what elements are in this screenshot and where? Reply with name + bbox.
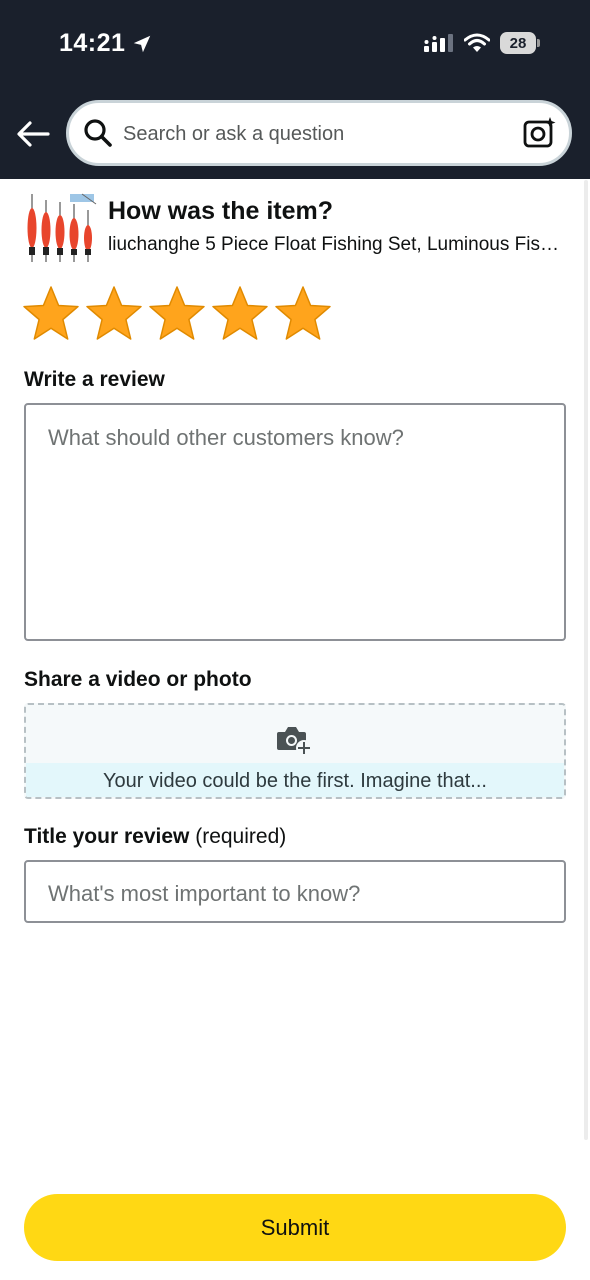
clock: 14:21 [59,29,126,57]
status-icons: 28 [424,32,540,54]
product-name: liuchanghe 5 Piece Float Fishing Set, Lu… [108,234,568,255]
camera-search-icon[interactable] [523,116,557,150]
review-heading: How was the item? [108,197,334,225]
back-button[interactable] [14,115,52,153]
app-header: 14:21 28 Search or ask a question [0,0,590,179]
status-time: 14:21 [59,29,153,58]
cellular-signal-icon [424,34,453,52]
location-arrow-icon [134,35,151,52]
media-label: Share a video or photo [24,668,252,691]
submit-button[interactable]: Submit [24,1194,566,1261]
star-3-icon[interactable] [148,285,206,343]
search-bar[interactable]: Search or ask a question [66,100,572,166]
title-label: Title your review (required) [24,825,286,849]
search-icon [84,119,112,147]
back-arrow-icon [17,121,50,147]
title-required: (required) [195,825,287,848]
review-textarea[interactable]: What should other customers know? [24,403,566,641]
battery-level: 28 [500,32,536,54]
star-1-icon[interactable] [22,285,80,343]
product-thumbnail [27,193,97,262]
battery-icon: 28 [500,32,540,54]
add-photo-icon [277,727,312,756]
review-textarea-placeholder: What should other customers know? [48,425,404,450]
review-title-input[interactable]: What's most important to know? [24,860,566,923]
write-review-label: Write a review [24,368,165,391]
scrollbar[interactable] [584,180,588,1140]
media-hint: Your video could be the first. Imagine t… [26,763,564,797]
media-upload[interactable]: Your video could be the first. Imagine t… [24,703,566,799]
product-summary: How was the item? liuchanghe 5 Piece Flo… [24,192,569,266]
star-5-icon[interactable] [274,285,332,343]
star-2-icon[interactable] [85,285,143,343]
star-4-icon[interactable] [211,285,269,343]
star-rating[interactable] [22,285,332,343]
review-title-placeholder: What's most important to know? [48,881,361,906]
wifi-icon [464,33,490,52]
title-label-text: Title your review [24,825,190,848]
search-input[interactable]: Search or ask a question [123,123,344,146]
